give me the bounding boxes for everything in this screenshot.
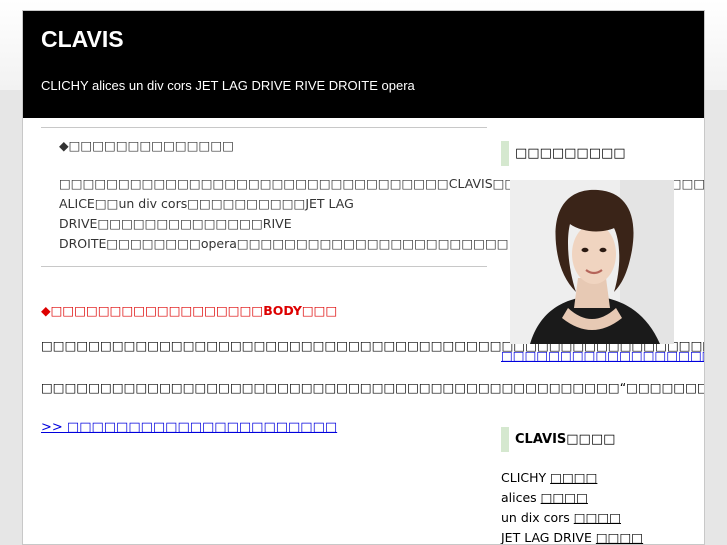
- brand-item: CLICHY □□□□: [501, 468, 691, 488]
- brand-name: un dix cors: [501, 510, 570, 525]
- sidebar-heading-profile: □□□□□□□□□: [501, 141, 691, 166]
- brand-item: alices □□□□: [501, 488, 691, 508]
- main-content: ◆□□□□□□□□□□□□□□ □□□□□□□□□□□□□□□□□□□□□□□□…: [41, 127, 705, 435]
- profile-link[interactable]: □□□□□□□□□□□□□□□□□□□□□□: [501, 348, 704, 363]
- brand-list: CLICHY □□□□ alices □□□□ un dix cors □□□□…: [501, 468, 691, 545]
- site-header: CLAVIS CLICHY alices un div cors JET LAG…: [23, 11, 704, 118]
- sidebar-heading-brands: CLAVIS□□□□: [501, 427, 691, 452]
- body-paragraph-1: □□□□□□□□□□□□□□□□□□□□□□□□□□□□□□□□□□□□□□□□…: [41, 336, 704, 356]
- intro-heading: ◆□□□□□□□□□□□□□□: [59, 138, 234, 153]
- brand-name: CLICHY: [501, 470, 547, 485]
- brand-link[interactable]: □□□□: [541, 490, 588, 505]
- brand-link[interactable]: □□□□: [596, 530, 643, 544]
- notice-heading: ◆□□□□□□□□□□□□□□□□□□BODY□□□: [41, 303, 338, 318]
- brand-item: un dix cors □□□□: [501, 508, 691, 528]
- site-description: CLICHY alices un div cors JET LAG DRIVE …: [41, 78, 415, 93]
- brand-name: JET LAG DRIVE: [501, 530, 592, 545]
- brand-item: JET LAG DRIVE □□□□: [501, 528, 691, 545]
- site-title[interactable]: CLAVIS: [41, 26, 124, 53]
- sidebar: □□□□□□□□□ □□□□□□□□□□□□□□□□□□□□□□ CLAVIS□…: [501, 141, 704, 545]
- brand-link[interactable]: □□□□: [574, 510, 621, 525]
- brand-name: alices: [501, 490, 537, 505]
- page-container: CLAVIS CLICHY alices un div cors JET LAG…: [22, 10, 705, 545]
- intro-box: ◆□□□□□□□□□□□□□□ □□□□□□□□□□□□□□□□□□□□□□□□…: [41, 127, 705, 267]
- more-link[interactable]: >> □□□□□□□□□□□□□□□□□□□□□□: [41, 420, 487, 435]
- body-paragraph-2: □□□□□□□□□□□□□□□□□□□□□□□□□□□□□□□□□□□□□□□□…: [41, 380, 704, 395]
- profile-photo[interactable]: [510, 180, 674, 344]
- brand-link[interactable]: □□□□: [550, 470, 597, 485]
- portrait-image: [510, 180, 674, 344]
- intro-text: □□□□□□□□□□□□□□□□□□□□□□□□□□□□□□□□□CLAVIS□…: [59, 176, 705, 251]
